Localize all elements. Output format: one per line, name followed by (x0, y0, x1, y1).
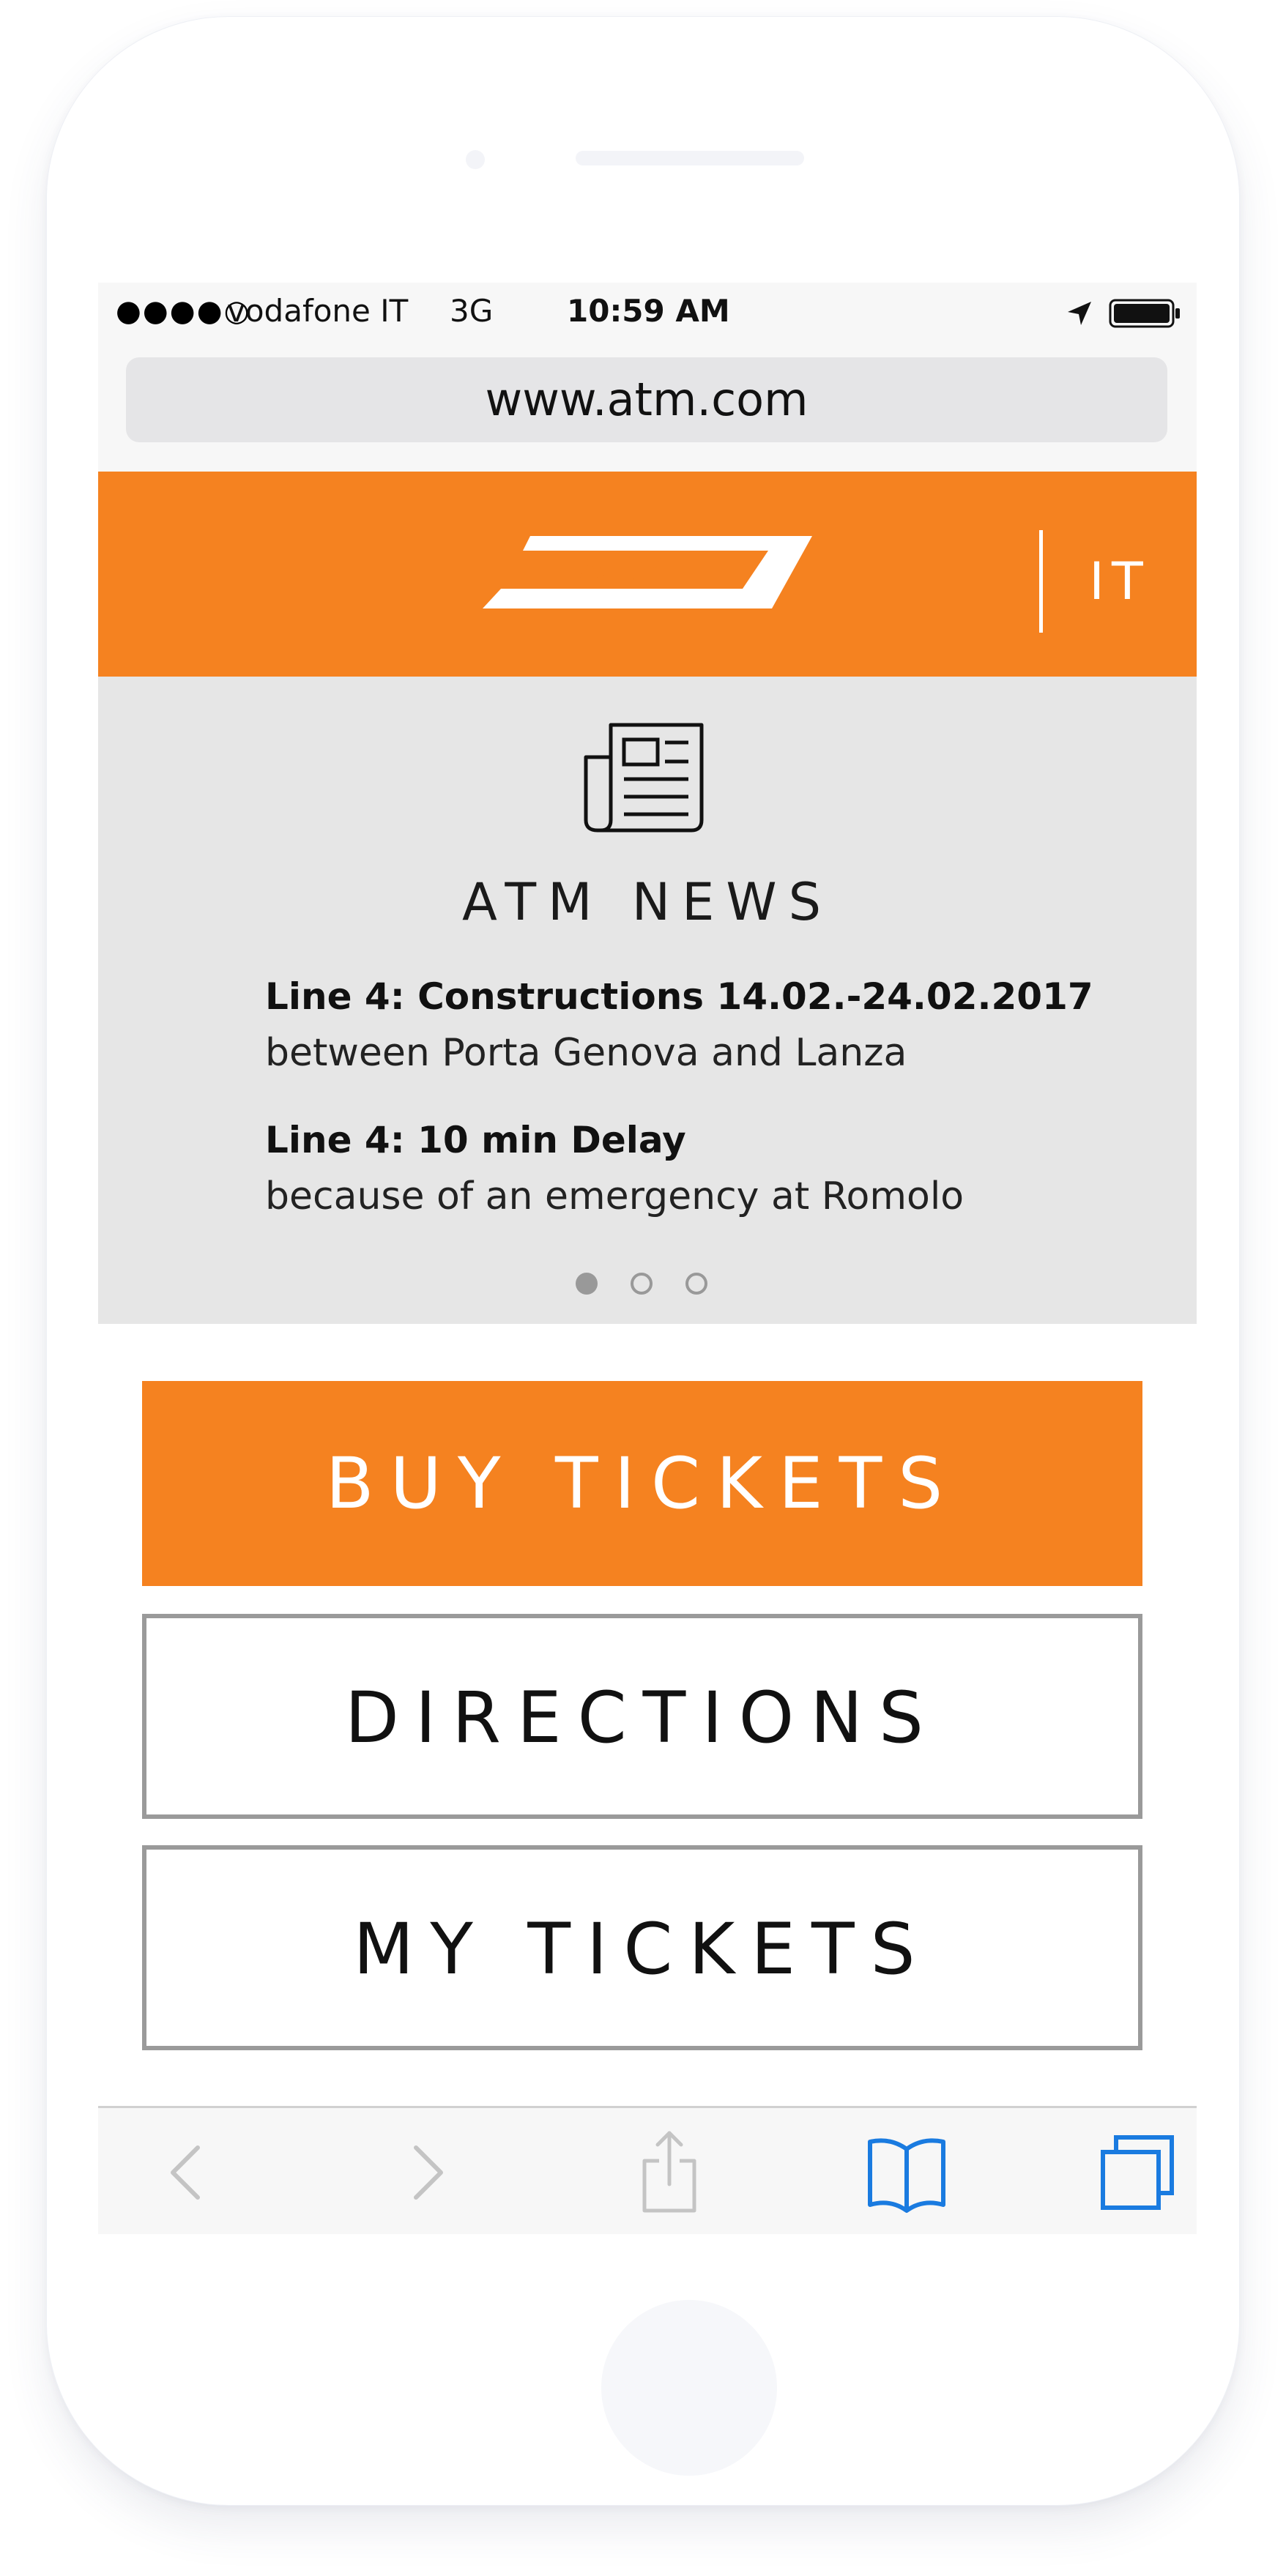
forward-icon[interactable] (384, 2129, 472, 2216)
svg-text:ATM: ATM (578, 546, 673, 589)
news-title: ATM NEWS (461, 872, 833, 932)
home-button[interactable] (601, 2300, 777, 2476)
site-header: ATM IT (98, 472, 1197, 677)
status-bar: ●●●●○ vodafone IT 3G 10:59 AM (98, 283, 1197, 341)
bookmarks-icon[interactable] (863, 2129, 951, 2216)
speaker-grille (576, 151, 804, 165)
camera (466, 150, 485, 169)
url-text[interactable]: www.atm.com (126, 357, 1167, 442)
language-switch[interactable]: IT (1072, 537, 1167, 625)
battery-icon (1109, 299, 1180, 328)
news-detail: because of an emergency at Romolo (265, 1175, 964, 1218)
news-headline: Line 4: 10 min Delay (265, 1119, 686, 1161)
back-icon[interactable] (142, 2129, 230, 2216)
address-bar[interactable]: www.atm.com (126, 357, 1167, 442)
my-tickets-button[interactable]: MY TICKETS (142, 1845, 1142, 2050)
carrier-name: vodafone IT (227, 293, 409, 329)
news-headline: Line 4: Constructions 14.02.-24.02.2017 (265, 975, 1093, 1018)
screen: ●●●●○ vodafone IT 3G 10:59 AM www.atm.co… (98, 283, 1197, 2234)
news-item[interactable]: Line 4: 10 min Delay because of an emerg… (265, 1113, 1115, 1226)
news-carousel[interactable]: ATM NEWS Line 4: Constructions 14.02.-24… (98, 677, 1197, 1324)
clock: 10:59 AM (567, 293, 730, 329)
atm-logo[interactable]: ATM (479, 530, 816, 614)
carousel-pagination (576, 1273, 722, 1302)
news-detail: between Porta Genova and Lanza (265, 1031, 907, 1075)
tabs-icon[interactable] (1094, 2129, 1182, 2216)
directions-button[interactable]: DIRECTIONS (142, 1614, 1142, 1819)
location-arrow-icon (1068, 302, 1091, 325)
carousel-dot[interactable] (631, 1273, 653, 1295)
browser-toolbar (98, 2106, 1197, 2234)
carousel-dot[interactable] (685, 1273, 707, 1295)
carousel-dot-active[interactable] (576, 1273, 598, 1295)
news-item[interactable]: Line 4: Constructions 14.02.-24.02.2017 … (265, 969, 1115, 1082)
share-icon[interactable] (625, 2129, 713, 2216)
network-type: 3G (450, 293, 494, 329)
newspaper-icon (584, 723, 704, 833)
buy-tickets-button[interactable]: BUY TICKETS (142, 1381, 1142, 1586)
language-divider (1039, 530, 1043, 633)
